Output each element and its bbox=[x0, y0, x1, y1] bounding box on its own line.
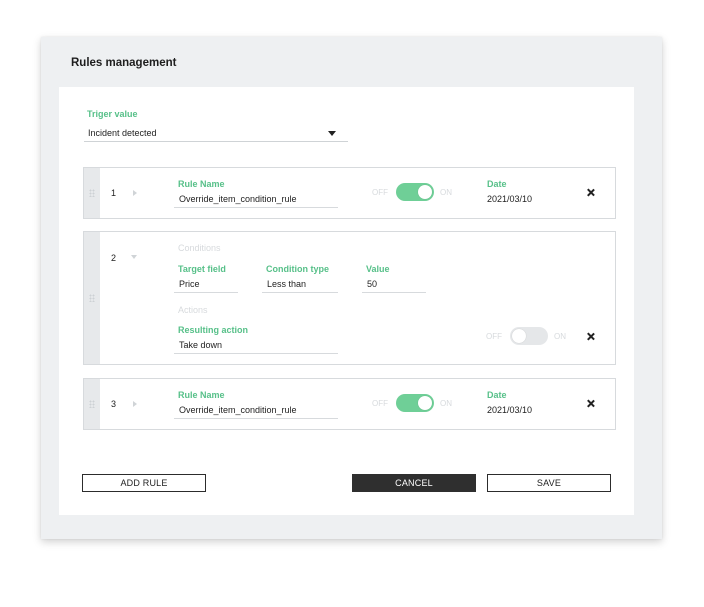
caret-down-icon bbox=[328, 131, 336, 136]
toggle-on-label: ON bbox=[440, 399, 452, 408]
rule-name-input[interactable]: Override_item_condition_rule bbox=[174, 402, 338, 419]
actions-label: Actions bbox=[178, 305, 208, 315]
rules-form: Triger value Incident detected 1 Rule Na… bbox=[59, 87, 634, 515]
save-button[interactable]: SAVE bbox=[487, 474, 611, 492]
rule-enable-toggle-group: OFF ON bbox=[372, 183, 462, 201]
resulting-action-value: Take down bbox=[179, 340, 223, 350]
rule-name-label: Rule Name bbox=[178, 179, 225, 189]
add-rule-button[interactable]: ADD RULE bbox=[82, 474, 206, 492]
target-field-value: Price bbox=[179, 279, 200, 289]
condition-type-select[interactable]: Less than bbox=[262, 276, 338, 293]
toggle-off-label: OFF bbox=[372, 188, 388, 197]
drag-dots-icon bbox=[89, 294, 95, 302]
drag-dots-icon bbox=[89, 400, 95, 408]
condition-type-value: Less than bbox=[267, 279, 307, 289]
target-field-label: Target field bbox=[178, 264, 226, 274]
drag-handle[interactable] bbox=[84, 168, 100, 218]
rule-number: 2 bbox=[111, 253, 117, 263]
resulting-action-select[interactable]: Take down bbox=[174, 337, 338, 354]
rule-card-1: 1 Rule Name Override_item_condition_rule… bbox=[83, 167, 616, 219]
chevron-down-icon[interactable] bbox=[131, 255, 137, 259]
rule-card-3: 3 Rule Name Override_item_condition_rule… bbox=[83, 378, 616, 430]
close-icon[interactable] bbox=[586, 332, 596, 342]
cancel-button[interactable]: CANCEL bbox=[352, 474, 476, 492]
date-label: Date bbox=[487, 179, 507, 189]
value-input[interactable]: 50 bbox=[362, 276, 426, 293]
drag-handle[interactable] bbox=[84, 232, 100, 364]
rule-number: 3 bbox=[111, 399, 117, 409]
toggle-on-label: ON bbox=[554, 332, 566, 341]
toggle-knob bbox=[418, 185, 432, 199]
rule-enable-toggle[interactable] bbox=[396, 394, 434, 412]
drag-dots-icon bbox=[89, 189, 95, 197]
rule-name-value: Override_item_condition_rule bbox=[179, 194, 297, 204]
close-icon[interactable] bbox=[586, 399, 596, 409]
rule-name-label: Rule Name bbox=[178, 390, 225, 400]
rule-name-input[interactable]: Override_item_condition_rule bbox=[174, 191, 338, 208]
condition-type-label: Condition type bbox=[266, 264, 329, 274]
date-label: Date bbox=[487, 390, 507, 400]
trigger-value-select[interactable]: Incident detected bbox=[84, 123, 348, 142]
toggle-off-label: OFF bbox=[486, 332, 502, 341]
rule-number: 1 bbox=[111, 188, 117, 198]
rule-enable-toggle-group: OFF ON bbox=[372, 394, 462, 412]
value-label: Value bbox=[366, 264, 390, 274]
resulting-action-label: Resulting action bbox=[178, 325, 249, 335]
toggle-knob bbox=[512, 329, 526, 343]
chevron-right-icon[interactable] bbox=[133, 190, 137, 196]
chevron-right-icon[interactable] bbox=[133, 401, 137, 407]
target-field-input[interactable]: Price bbox=[174, 276, 238, 293]
date-value: 2021/03/10 bbox=[487, 194, 533, 204]
toggle-off-label: OFF bbox=[372, 399, 388, 408]
drag-handle[interactable] bbox=[84, 379, 100, 429]
rules-management-panel: Rules management Triger value Incident d… bbox=[41, 37, 662, 539]
rule-card-2: 2 Conditions Target field Price Conditio… bbox=[83, 231, 616, 365]
date-value: 2021/03/10 bbox=[487, 405, 533, 415]
page-title: Rules management bbox=[71, 57, 177, 69]
conditions-label: Conditions bbox=[178, 243, 221, 253]
rule-enable-toggle[interactable] bbox=[510, 327, 548, 345]
toggle-knob bbox=[418, 396, 432, 410]
trigger-value-selected: Incident detected bbox=[88, 128, 157, 138]
rule-name-value: Override_item_condition_rule bbox=[179, 405, 297, 415]
trigger-value-label: Triger value bbox=[87, 109, 138, 119]
rule-enable-toggle-group: OFF ON bbox=[486, 327, 576, 345]
value-value: 50 bbox=[367, 279, 378, 289]
toggle-on-label: ON bbox=[440, 188, 452, 197]
rule-enable-toggle[interactable] bbox=[396, 183, 434, 201]
close-icon[interactable] bbox=[586, 188, 596, 198]
